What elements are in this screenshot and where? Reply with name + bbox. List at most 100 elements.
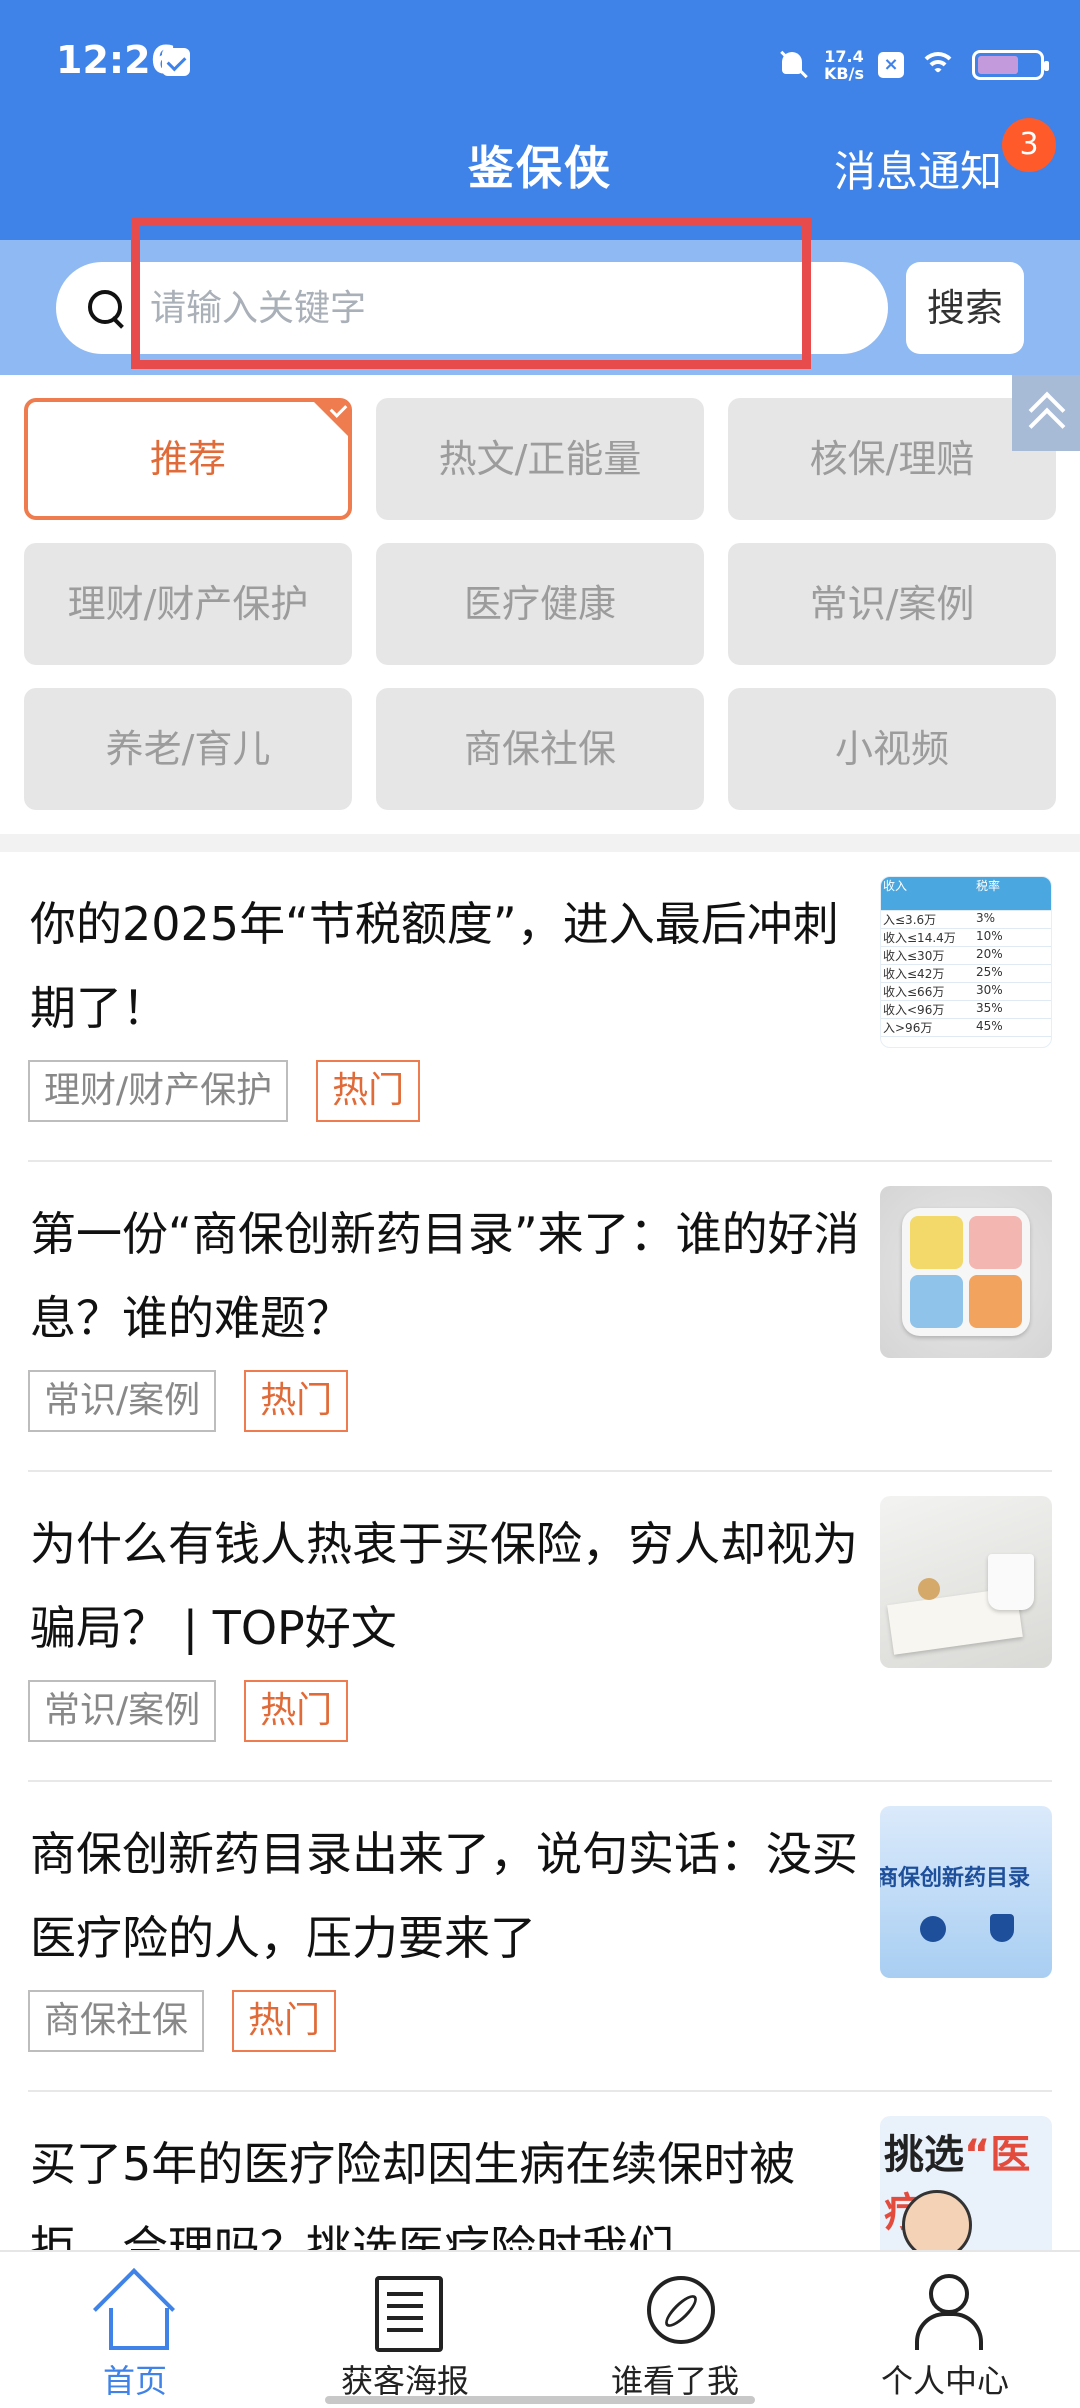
category-label: 核保/理赔 (809, 437, 975, 481)
message-notice-button[interactable]: 消息通知 (834, 138, 1002, 199)
category-tag: 理财/财产保护 (28, 1060, 289, 1122)
category-grid: 推荐 热文/正能量 核保/理赔 理财/财产保护 医疗健康 常识/案例 养老/育儿… (0, 375, 1080, 835)
net-speed-unit: KB/s (824, 64, 864, 83)
bottom-nav: 首页 获客海报 谁看了我 个人中心 (0, 2250, 1080, 2408)
thumb-table-cell: 税率 (976, 879, 1001, 893)
nav-poster[interactable]: 获客海报 (270, 2252, 540, 2408)
shield-icon (990, 1914, 1014, 1942)
article-thumbnail: 收入 税率 入≤3.6万 3% 收入≤14.4万 10% 收入≤30万 20% 收入≤4… (880, 876, 1052, 1048)
thumb-table-cell: 30% (976, 983, 1003, 997)
thumb-table-cell: 35% (976, 1001, 1003, 1015)
search-button[interactable]: 搜索 (906, 262, 1024, 354)
article-item[interactable]: 买了5年的医疗险却因生病在续保时被拒，合理吗？挑选医疗险时我们… 挑选“医疗 (28, 2092, 1052, 2252)
thumb-table-cell: 3% (976, 911, 996, 925)
category-video[interactable]: 小视频 (728, 688, 1056, 810)
cartoon-face-image (902, 2190, 972, 2252)
category-label: 小视频 (834, 727, 949, 771)
category-knowledge[interactable]: 常识/案例 (728, 543, 1056, 665)
article-thumbnail: 挑选“医疗 (880, 2116, 1052, 2252)
article-title: 买了5年的医疗险却因生病在续保时被拒，合理吗？挑选医疗险时我们… (30, 2137, 796, 2252)
thumb-table-cell: 入>96万 (883, 1021, 933, 1035)
thumbnail-text-a: 挑选 (884, 2132, 964, 2178)
category-pension[interactable]: 养老/育儿 (24, 688, 352, 810)
thumb-table-cell: 20% (976, 947, 1003, 961)
thumb-table-cell: 入≤3.6万 (883, 913, 937, 927)
category-label: 常识/案例 (809, 582, 975, 626)
category-recommend[interactable]: 推荐 (24, 398, 352, 520)
search-box[interactable] (56, 262, 888, 354)
category-label: 商保社保 (463, 727, 616, 771)
article-title: 商保创新药目录出来了，说句实话：没买医疗险的人，压力要来了 (30, 1827, 858, 1965)
search-input[interactable] (150, 280, 850, 336)
thumb-table-cell: 收入 (883, 879, 908, 893)
article-item[interactable]: 第一份“商保创新药目录”来了：谁的好消息？谁的难题？ 常识/案例 热门 (28, 1162, 1052, 1472)
search-icon (86, 288, 126, 328)
category-insurance[interactable]: 商保社保 (376, 688, 704, 810)
thumb-table-cell: 收入≤30万 (883, 949, 945, 963)
user-icon (905, 2272, 985, 2350)
category-underwriting[interactable]: 核保/理赔 (728, 398, 1056, 520)
battery-icon (972, 50, 1049, 80)
article-title: 为什么有钱人热衷于买保险，穷人却视为骗局？ | TOP好文 (30, 1517, 858, 1655)
section-divider (0, 834, 1080, 852)
status-icons: 17.4 KB/s × (776, 40, 1049, 90)
article-title: 你的2025年“节税额度”，进入最后冲刺期了！ (30, 897, 839, 1035)
category-label: 养老/育儿 (105, 727, 271, 771)
thumbnail-text: 商保创新药目录 (880, 1866, 1031, 1891)
article-thumbnail: 商保创新药目录 (880, 1806, 1052, 1978)
nav-home[interactable]: 首页 (0, 2252, 270, 2408)
thumb-table-cell: 45% (976, 1019, 1003, 1033)
mute-bell-icon (776, 48, 810, 82)
article-tags: 商保社保 热门 (28, 1990, 337, 2052)
thumb-table-cell: 10% (976, 929, 1003, 943)
category-label: 理财/财产保护 (67, 582, 309, 626)
article-item[interactable]: 商保创新药目录出来了，说句实话：没买医疗险的人，压力要来了 商保社保 热门 商保… (28, 1782, 1052, 2092)
category-label: 医疗健康 (463, 582, 616, 626)
thumb-table-cell: 25% (976, 965, 1003, 979)
medical-cross-icon (920, 1916, 946, 1942)
notice-count-badge: 3 (1002, 118, 1056, 172)
category-finance[interactable]: 理财/财产保护 (24, 543, 352, 665)
thumb-table-cell: 收入≤66万 (883, 985, 945, 999)
cookie-image (918, 1578, 940, 1600)
poster-icon (365, 2272, 445, 2352)
category-tag: 商保社保 (28, 1990, 205, 2052)
hot-tag: 热门 (244, 1680, 349, 1742)
thumb-table-cell: 收入≤42万 (883, 967, 945, 981)
article-item[interactable]: 为什么有钱人热衷于买保险，穷人却视为骗局？ | TOP好文 常识/案例 热门 (28, 1472, 1052, 1782)
nav-label: 首页 (102, 2362, 167, 2400)
app-screen: 12:26 17.4 KB/s × 鉴保侠 消息通知 3 请输入关键字 搜索 推… (0, 0, 1080, 2408)
x-app-icon: × (878, 52, 904, 78)
nav-label: 个人中心 (880, 2362, 1009, 2400)
article-tags: 常识/案例 热门 (28, 1680, 349, 1742)
category-health[interactable]: 医疗健康 (376, 543, 704, 665)
thumb-table-cell: 收入<96万 (883, 1003, 945, 1017)
article-item[interactable]: 你的2025年“节税额度”，进入最后冲刺期了！ 理财/财产保护 热门 收入 税率 … (28, 852, 1052, 1162)
search-area: 搜索 (0, 240, 1080, 375)
nav-visitors[interactable]: 谁看了我 (540, 2252, 810, 2408)
category-label: 推荐 (149, 437, 226, 481)
hot-tag: 热门 (232, 1990, 337, 2052)
nav-profile[interactable]: 个人中心 (810, 2252, 1080, 2408)
pill-box-image (902, 1208, 1030, 1336)
mail-notification-icon (162, 48, 190, 76)
status-bar: 12:26 17.4 KB/s × (0, 0, 1080, 130)
category-label: 热文/正能量 (438, 437, 642, 481)
article-thumbnail (880, 1496, 1052, 1668)
category-hot-articles[interactable]: 热文/正能量 (376, 398, 704, 520)
compass-icon (635, 2272, 715, 2348)
home-indicator (325, 2396, 755, 2404)
category-tag: 常识/案例 (28, 1370, 217, 1432)
home-icon (95, 2272, 175, 2350)
collapse-up-icon[interactable] (1012, 375, 1080, 451)
status-time: 12:26 (56, 38, 177, 82)
hot-tag: 热门 (244, 1370, 349, 1432)
top-bar: 12:26 17.4 KB/s × 鉴保侠 消息通知 3 (0, 0, 1080, 240)
wifi-icon (918, 50, 958, 80)
thumb-table-cell: 收入≤14.4万 (883, 931, 956, 945)
cup-image (988, 1554, 1034, 1610)
article-tags: 常识/案例 热门 (28, 1370, 349, 1432)
article-title: 第一份“商保创新药目录”来了：谁的好消息？谁的难题？ (30, 1207, 860, 1345)
category-tag: 常识/案例 (28, 1680, 217, 1742)
article-tags: 理财/财产保护 热门 (28, 1060, 421, 1122)
